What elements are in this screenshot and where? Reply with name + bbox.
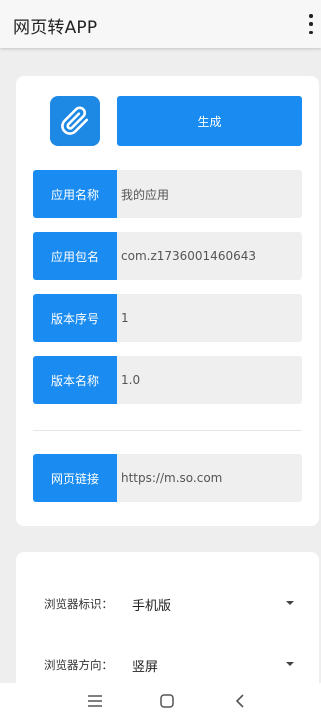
app-bar: 网页转APP (0, 0, 321, 48)
back-icon[interactable] (229, 691, 251, 711)
url-input[interactable]: https://m.so.com (117, 454, 302, 502)
more-vert-icon[interactable] (305, 14, 317, 34)
version-code-input[interactable]: 1 (117, 294, 302, 342)
attachment-icon[interactable] (50, 96, 100, 146)
option-label: 浏览器方向： (44, 658, 113, 672)
field-label: 应用包名 (33, 232, 117, 280)
home-icon[interactable] (156, 691, 178, 711)
field-app-name: 应用名称 我的应用 (33, 170, 302, 218)
app-title: 网页转APP (13, 18, 98, 38)
version-name-input[interactable]: 1.0 (117, 356, 302, 404)
field-url: 网页链接 https://m.so.com (33, 454, 302, 502)
field-label: 网页链接 (33, 454, 117, 502)
option-value: 手机版 (132, 599, 172, 614)
browser-ua-select[interactable]: 浏览器标识： 手机版 (44, 595, 294, 615)
dropdown-arrow-icon (286, 662, 294, 666)
field-package-name: 应用包名 com.z1736001460643 (33, 232, 302, 280)
generate-button[interactable]: 生成 (117, 96, 302, 146)
menu-icon[interactable] (84, 691, 106, 711)
config-card: 生成 应用名称 我的应用 应用包名 com.z1736001460643 版本序… (16, 76, 319, 526)
divider (33, 430, 302, 431)
option-label: 浏览器标识： (44, 597, 113, 611)
option-value: 竖屏 (132, 660, 159, 675)
browser-orientation-select[interactable]: 浏览器方向： 竖屏 (44, 656, 294, 676)
field-label: 版本序号 (33, 294, 117, 342)
field-label: 应用名称 (33, 170, 117, 218)
dropdown-arrow-icon (286, 601, 294, 605)
system-nav-bar (0, 683, 321, 720)
field-label: 版本名称 (33, 356, 117, 404)
field-version-name: 版本名称 1.0 (33, 356, 302, 404)
app-name-input[interactable]: 我的应用 (117, 170, 302, 218)
field-version-code: 版本序号 1 (33, 294, 302, 342)
package-name-input[interactable]: com.z1736001460643 (117, 232, 302, 280)
